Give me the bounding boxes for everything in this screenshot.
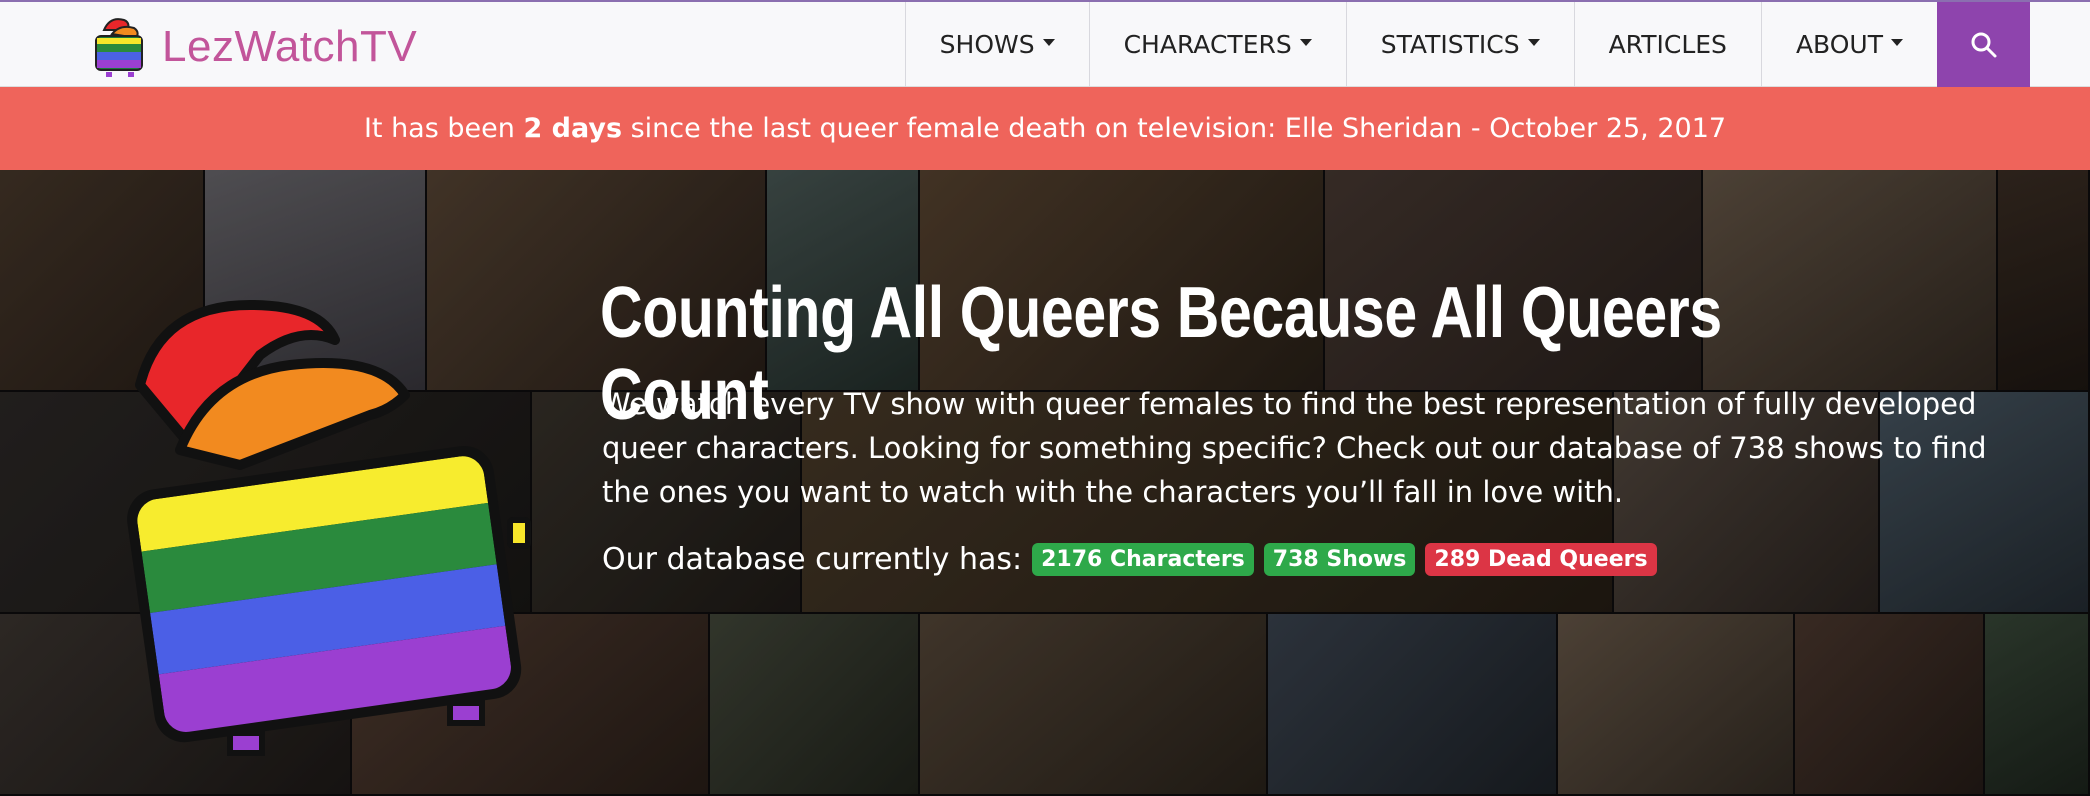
caret-down-icon	[1527, 39, 1540, 46]
death-alert-bar: It has been 2 days since the last queer …	[0, 87, 2090, 170]
characters-count-badge[interactable]: 2176 Characters	[1032, 543, 1254, 576]
dead-queers-count-badge[interactable]: 289 Dead Queers	[1425, 543, 1657, 576]
rainbow-toaster-icon	[127, 300, 531, 756]
shows-count-badge[interactable]: 738 Shows	[1263, 543, 1416, 576]
alert-prefix: It has been	[363, 113, 524, 144]
nav-item-label: SHOWS	[939, 30, 1035, 59]
brand-name: LezWatchTV	[162, 22, 418, 71]
alert-days: 2 days	[523, 113, 623, 144]
nav-item-characters[interactable]: CHARACTERS	[1088, 2, 1346, 87]
nav-item-articles[interactable]: ARTICLES	[1573, 2, 1761, 87]
caret-down-icon	[1891, 39, 1903, 46]
alert-suffix: since the last queer female death on tel…	[622, 113, 1727, 144]
hero-lead-text: We watch every TV show with queer female…	[602, 387, 1987, 509]
search-icon	[1971, 32, 1996, 57]
nav-item-label: STATISTICS	[1380, 30, 1520, 59]
caret-down-icon	[1299, 39, 1312, 46]
hero-banner: Counting All Queers Because All Queers C…	[0, 170, 2090, 796]
toaster-logo-icon	[95, 18, 143, 77]
top-navbar: LezWatchTV SHOWS CHARACTERS STATISTICS A…	[0, 0, 2090, 87]
nav-item-label: ABOUT	[1795, 30, 1883, 59]
nav-item-about[interactable]: ABOUT	[1760, 2, 1937, 87]
main-nav: SHOWS CHARACTERS STATISTICS ARTICLES ABO…	[904, 2, 2090, 87]
database-label: Our database currently has:	[602, 542, 1023, 577]
nav-item-label: ARTICLES	[1608, 30, 1727, 59]
nav-item-shows[interactable]: SHOWS	[904, 2, 1089, 87]
search-button[interactable]	[1937, 2, 2030, 87]
nav-item-statistics[interactable]: STATISTICS	[1345, 2, 1574, 87]
database-stats: Our database currently has: 2176 Charact…	[602, 542, 1657, 577]
caret-down-icon	[1042, 39, 1055, 46]
nav-item-label: CHARACTERS	[1123, 30, 1292, 59]
brand-link[interactable]: LezWatchTV	[90, 12, 417, 82]
